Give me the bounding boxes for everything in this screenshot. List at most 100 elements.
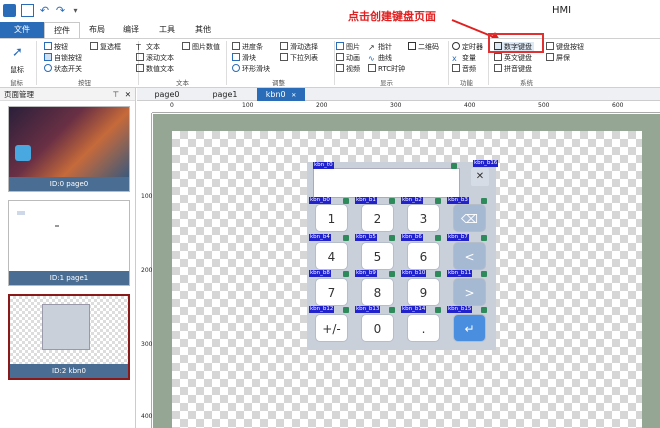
numeric-keyboard[interactable]: kbn_t0 kbn_b16 ✕ 1 2 3 ⌫ 4 5 6 < 7 8 9 >…: [307, 160, 499, 350]
curve-icon: ∿: [368, 54, 375, 63]
key-left[interactable]: <: [453, 242, 486, 270]
pointer-control[interactable]: ↗ 指针: [368, 42, 392, 53]
pin-icon[interactable]: ⊤: [112, 88, 119, 101]
keyboard-close-button[interactable]: ✕: [471, 168, 489, 186]
close-tab-icon[interactable]: ✕: [291, 92, 296, 99]
english-keyboard-icon: [494, 53, 502, 61]
page-thumbnail-2[interactable]: ID:2 kbn0: [8, 294, 130, 380]
image-number-control-label: 图片数值: [192, 43, 220, 51]
thumbnail-keyboard: [42, 304, 90, 350]
ring-slider-control[interactable]: 环形滑块: [232, 64, 270, 75]
key-0[interactable]: 0: [361, 314, 394, 342]
slide-select-control[interactable]: 滑动选择: [280, 42, 318, 53]
key-dot[interactable]: .: [407, 314, 440, 342]
key-9[interactable]: 9: [407, 278, 440, 306]
kbn-b0-label: kbn_b0: [309, 197, 331, 204]
button-control-label: 按钮: [54, 43, 68, 51]
ruler-label: 300: [390, 102, 402, 109]
audio-control[interactable]: 音频: [452, 64, 476, 75]
tab-page0[interactable]: page0: [149, 88, 185, 101]
lock-icon: [435, 235, 441, 241]
page-caption: ID:0 page0: [9, 177, 129, 191]
page-manager-panel: 页面管理 ⊤ ✕ ID:0 page0 ID:1 page1 ID:2 kbn0: [0, 88, 136, 428]
group-label-display: 显示: [380, 79, 393, 87]
variable-control-label: 变量: [462, 54, 476, 62]
page-thumbnail-0[interactable]: ID:0 page0: [8, 106, 130, 192]
dropdown-list-control-label: 下拉列表: [290, 54, 318, 62]
ruler-label: 0: [170, 102, 174, 109]
tab-page1[interactable]: page1: [207, 88, 243, 101]
group-label-system: 系统: [520, 79, 533, 87]
key-sign[interactable]: +/-: [315, 314, 348, 342]
mouse-button[interactable]: 鼠标: [10, 65, 24, 76]
page-thumbnail-1[interactable]: ID:1 page1: [8, 200, 130, 286]
pinyin-keyboard-button[interactable]: 拼音键盘: [494, 64, 532, 75]
key-1[interactable]: 1: [315, 204, 348, 232]
progress-bar-control[interactable]: 进度条: [232, 42, 263, 53]
timer-icon: [452, 42, 460, 50]
pointer-icon: ↗: [368, 43, 375, 52]
key-2[interactable]: 2: [361, 204, 394, 232]
toggle-icon: [44, 64, 52, 72]
qrcode-icon: [408, 42, 416, 50]
checkbox-control[interactable]: 复选框: [90, 42, 121, 53]
title-bar: ↶ ↷ ▾ HMI 点击创建键盘页面: [0, 0, 660, 23]
tab-kbn0[interactable]: kbn0 ✕: [257, 88, 305, 101]
dropdown-list-control[interactable]: 下拉列表: [280, 53, 318, 64]
scroll-text-control[interactable]: 滚动文本: [136, 53, 174, 64]
rtc-clock-control[interactable]: RTC时钟: [368, 64, 405, 75]
number-text-control[interactable]: 数值文本: [136, 64, 174, 75]
highlight-box: [488, 33, 544, 53]
redo-icon[interactable]: ↷: [54, 4, 67, 17]
group-label-text: 文本: [176, 79, 189, 87]
key-8[interactable]: 8: [361, 278, 394, 306]
tab-layout[interactable]: 布局: [80, 22, 114, 38]
image-number-control[interactable]: 图片数值: [182, 42, 220, 53]
key-3[interactable]: 3: [407, 204, 440, 232]
english-keyboard-label: 英文键盘: [504, 54, 532, 62]
key-4[interactable]: 4: [315, 242, 348, 270]
checkbox-icon: [90, 42, 98, 50]
timer-control[interactable]: 定时器: [452, 42, 483, 53]
key-5[interactable]: 5: [361, 242, 394, 270]
video-control[interactable]: 视频: [336, 64, 360, 75]
tab-tools[interactable]: 工具: [150, 22, 184, 38]
key-backspace[interactable]: ⌫: [453, 204, 486, 232]
kbn-b15-label: kbn_b15: [447, 306, 473, 313]
kbn-b16-label: kbn_b16: [473, 160, 499, 167]
tab-other[interactable]: 其他: [186, 22, 220, 38]
save-icon[interactable]: [21, 4, 34, 17]
keyboard-button-control[interactable]: 键盘按钮: [546, 42, 584, 53]
variable-control[interactable]: x 变量: [452, 53, 476, 64]
screensaver-control[interactable]: 屏保: [546, 53, 570, 64]
page-manager-title: 页面管理: [4, 90, 34, 99]
animation-control[interactable]: 动画: [336, 53, 360, 64]
dropdown-icon[interactable]: ▾: [69, 4, 82, 17]
curve-control[interactable]: ∿ 曲线: [368, 53, 392, 64]
key-right[interactable]: >: [453, 278, 486, 306]
tab-file[interactable]: 文件: [0, 22, 44, 38]
state-switch-control-label: 状态开关: [54, 65, 82, 73]
progress-icon: [232, 42, 240, 50]
key-7[interactable]: 7: [315, 278, 348, 306]
button-control[interactable]: 按钮: [44, 42, 68, 53]
image-control[interactable]: 图片: [336, 42, 360, 53]
key-6[interactable]: 6: [407, 242, 440, 270]
state-switch-control[interactable]: 状态开关: [44, 64, 82, 75]
close-icon[interactable]: ✕: [125, 88, 131, 101]
kbn-b9-label: kbn_b9: [355, 270, 377, 277]
undo-icon[interactable]: ↶: [38, 4, 51, 17]
text-control[interactable]: T 文本: [136, 42, 160, 53]
english-keyboard-button[interactable]: 英文键盘: [494, 53, 532, 64]
lock-icon: [435, 271, 441, 277]
key-enter[interactable]: ↵: [453, 314, 486, 342]
slider-control[interactable]: 滑块: [232, 53, 256, 64]
tab-compile[interactable]: 编译: [114, 22, 148, 38]
qrcode-control[interactable]: 二维码: [408, 42, 439, 53]
keyboard-input-box[interactable]: [313, 168, 460, 198]
latch-button-control[interactable]: 自锁按钮: [44, 53, 82, 64]
ruler-label: 600: [612, 102, 624, 109]
pinyin-keyboard-icon: [494, 64, 502, 72]
tab-controls[interactable]: 控件: [44, 22, 80, 38]
lock-icon: [343, 235, 349, 241]
